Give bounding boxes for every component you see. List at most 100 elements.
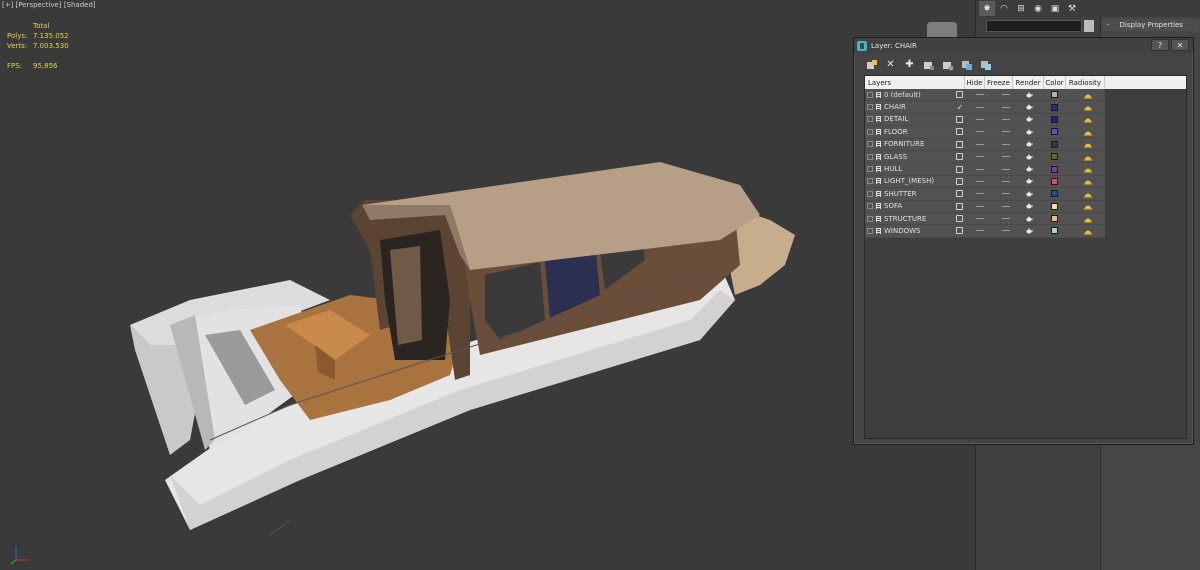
layer-hide-toggle[interactable] (968, 205, 992, 207)
layer-color-swatch[interactable] (1051, 215, 1059, 223)
layer-current-cell[interactable] (951, 153, 968, 161)
layer-color-cell[interactable] (1038, 140, 1072, 148)
make-current-checkbox[interactable] (956, 215, 964, 223)
layer-name-cell[interactable]: SHUTTER (865, 190, 951, 198)
layer-row[interactable]: LIGHT_(MESH) (865, 176, 1105, 189)
layer-current-cell[interactable] (951, 215, 968, 223)
delete-layer-icon[interactable]: ✕ (883, 57, 898, 72)
layer-radiosity-toggle[interactable] (1072, 227, 1106, 235)
layer-render-toggle[interactable] (1019, 104, 1038, 110)
layer-color-cell[interactable] (1038, 190, 1072, 198)
layer-hide-toggle[interactable] (968, 131, 992, 133)
layer-row[interactable]: CHAIR ✓ (865, 101, 1105, 114)
layer-hide-toggle[interactable] (968, 106, 992, 108)
layer-hide-toggle[interactable] (968, 218, 992, 220)
layer-color-cell[interactable] (1038, 153, 1072, 161)
make-current-checkbox[interactable] (956, 202, 964, 210)
layer-name-cell[interactable]: DETAIL (865, 115, 951, 123)
layer-current-cell[interactable] (951, 91, 968, 99)
column-freeze[interactable]: Freeze (985, 76, 1013, 89)
expand-icon[interactable] (867, 215, 873, 222)
layer-radiosity-toggle[interactable] (1072, 128, 1106, 136)
layer-hide-toggle[interactable] (968, 180, 992, 182)
layer-radiosity-toggle[interactable] (1072, 165, 1106, 173)
layer-freeze-toggle[interactable] (992, 118, 1019, 120)
layer-row[interactable]: SHUTTER (865, 188, 1106, 201)
make-current-checkbox[interactable] (956, 128, 964, 136)
layer-color-cell[interactable] (1038, 91, 1072, 99)
utilities-icon[interactable]: ⚒ (1064, 1, 1080, 16)
select-objects-icon[interactable] (921, 57, 936, 72)
make-current-checkbox[interactable] (956, 115, 964, 123)
column-color[interactable]: Color (1044, 76, 1066, 89)
layer-color-cell[interactable] (1038, 227, 1072, 235)
layer-radiosity-toggle[interactable] (1072, 190, 1106, 198)
column-radiosity[interactable]: Radiosity (1066, 76, 1105, 89)
layer-current-cell[interactable] (951, 115, 968, 123)
layer-name-cell[interactable]: FLOOR (865, 128, 951, 136)
layer-name-cell[interactable]: HULL (865, 165, 951, 173)
layer-freeze-toggle[interactable] (992, 131, 1019, 133)
layer-row[interactable]: HULL (865, 163, 1106, 176)
layer-color-swatch[interactable] (1051, 153, 1059, 161)
layer-name-cell[interactable]: SOFA (865, 202, 951, 210)
object-name-field[interactable] (986, 20, 1082, 32)
layer-row[interactable]: WINDOWS (865, 225, 1106, 238)
layer-freeze-toggle[interactable] (992, 193, 1019, 195)
modify-icon[interactable]: ◠ (996, 1, 1012, 16)
viewport-menu-view[interactable]: [Perspective] (16, 1, 62, 9)
layer-color-swatch[interactable] (1051, 165, 1059, 173)
layer-color-cell[interactable] (1038, 128, 1072, 136)
layer-name-cell[interactable]: GLASS (865, 153, 951, 161)
layer-hide-toggle[interactable] (968, 193, 992, 195)
layer-current-cell[interactable] (951, 177, 968, 185)
layer-freeze-toggle[interactable] (992, 168, 1019, 170)
layer-freeze-toggle[interactable] (992, 156, 1019, 158)
layer-current-cell[interactable] (951, 202, 968, 210)
layer-row[interactable]: DETAIL (865, 114, 1105, 127)
layer-name-cell[interactable]: LIGHT_(MESH) (865, 177, 951, 185)
layer-row[interactable]: SOFA (865, 201, 1105, 213)
freeze-all-icon[interactable] (978, 57, 993, 72)
layer-render-toggle[interactable] (1019, 129, 1038, 135)
layer-freeze-toggle[interactable] (992, 143, 1019, 145)
dialog-title-bar[interactable]: Layer: CHAIR ? ✕ (854, 38, 1193, 53)
layer-current-cell[interactable] (951, 128, 968, 136)
column-hide[interactable]: Hide (965, 76, 985, 89)
expand-icon[interactable] (867, 116, 873, 123)
column-render[interactable]: Render (1013, 76, 1044, 89)
create-icon[interactable]: ✸ (979, 1, 995, 16)
layer-hide-toggle[interactable] (968, 168, 992, 170)
layer-render-toggle[interactable] (1019, 141, 1038, 147)
layer-freeze-toggle[interactable] (992, 106, 1019, 108)
layer-current-cell[interactable]: ✓ (951, 103, 968, 111)
layer-color-cell[interactable] (1038, 165, 1072, 173)
layer-color-swatch[interactable] (1051, 190, 1059, 198)
viewport-label[interactable]: [+] [Perspective] [Shaded] (2, 1, 96, 9)
layer-name-cell[interactable]: WINDOWS (865, 227, 951, 235)
layer-render-toggle[interactable] (1019, 92, 1038, 98)
layer-color-cell[interactable] (1038, 177, 1072, 185)
layer-render-toggle[interactable] (1019, 154, 1038, 160)
layer-color-swatch[interactable] (1051, 227, 1059, 235)
help-button[interactable]: ? (1151, 39, 1169, 51)
expand-icon[interactable] (867, 178, 873, 185)
layer-color-swatch[interactable] (1051, 91, 1059, 99)
layer-render-toggle[interactable] (1019, 203, 1038, 209)
layer-render-toggle[interactable] (1019, 178, 1038, 184)
expand-icon[interactable] (867, 128, 873, 135)
make-current-checkbox[interactable] (956, 91, 964, 99)
display-properties-rollout[interactable]: - Display Properties (1103, 19, 1199, 31)
add-to-layer-icon[interactable]: ✚ (902, 57, 917, 72)
perspective-viewport[interactable]: [+] [Perspective] [Shaded] Total Polys: … (0, 0, 975, 570)
layer-color-cell[interactable] (1038, 115, 1072, 123)
hierarchy-icon[interactable]: ⊞ (1013, 1, 1029, 16)
motion-icon[interactable]: ◉ (1030, 1, 1046, 16)
expand-icon[interactable] (867, 166, 873, 173)
layer-row[interactable]: STRUCTURE (865, 213, 1105, 226)
layer-row[interactable]: GLASS (865, 151, 1105, 164)
make-current-checkbox[interactable] (956, 190, 964, 198)
expand-icon[interactable] (867, 104, 873, 111)
expand-icon[interactable] (867, 153, 873, 160)
layer-current-cell[interactable] (951, 140, 968, 148)
